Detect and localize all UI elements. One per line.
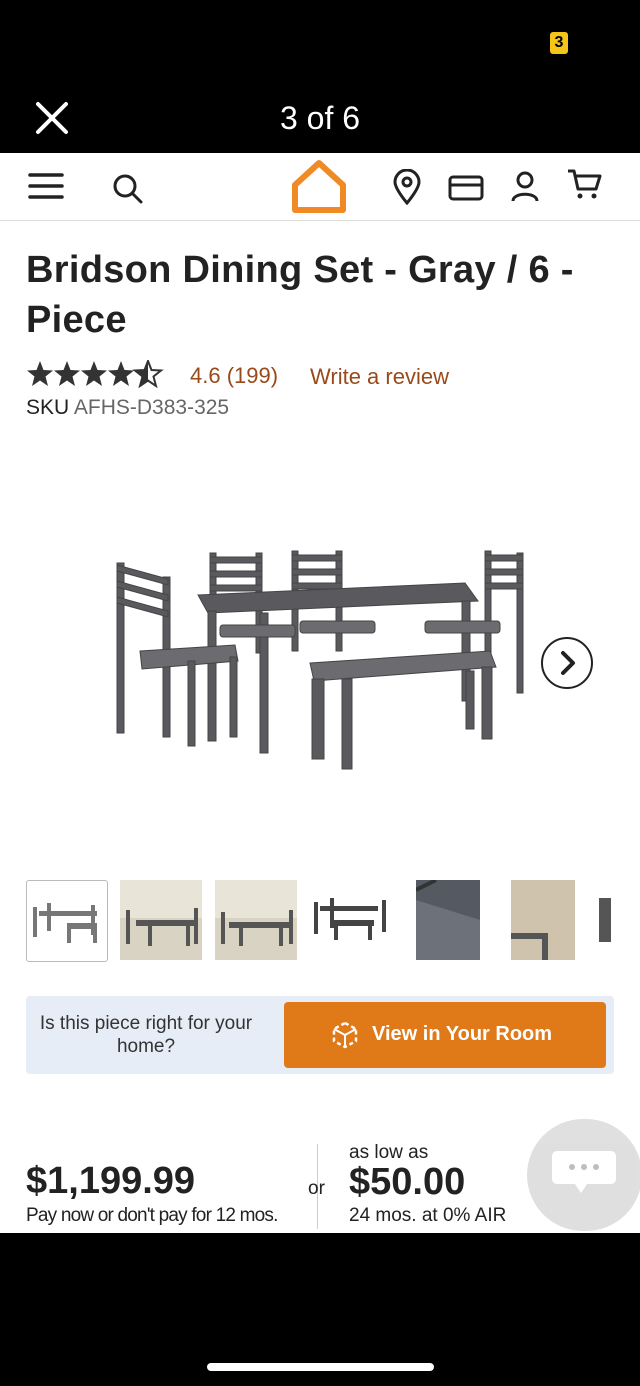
home-indicator (207, 1363, 434, 1371)
thumbnail-4[interactable] (310, 880, 392, 960)
cart-icon[interactable] (566, 167, 602, 206)
rating-row: 4.6 (199) Write a review (26, 360, 626, 392)
write-review-link[interactable]: Write a review (310, 364, 449, 390)
product-image[interactable] (100, 533, 540, 783)
rating-number: 4.6 (190, 363, 221, 388)
thumbnail-7[interactable] (599, 898, 611, 942)
star-rating-icon (26, 360, 166, 393)
or-label: or (308, 1178, 325, 1199)
viewer-top-bar: 3 3 of 6 (0, 0, 640, 153)
price-subtext: Pay now or don't pay for 12 mos. (26, 1205, 278, 1226)
sku-row: SKU AFHS-D383-325 (26, 396, 229, 420)
location-icon[interactable] (392, 168, 422, 210)
chevron-right-icon (561, 651, 575, 675)
next-image-button[interactable] (541, 637, 593, 689)
thumbnail-2[interactable] (120, 880, 202, 960)
home-logo-icon[interactable] (290, 159, 348, 218)
image-counter: 3 of 6 (279, 100, 361, 136)
thumbnail-5[interactable] (415, 878, 480, 960)
thumbnail-strip (26, 878, 640, 964)
product-page: Bridson Dining Set - Gray / 6 - Piece 4.… (0, 153, 640, 1233)
view-in-room-label: View in Your Room (372, 1023, 553, 1045)
thumbnail-1[interactable] (26, 880, 108, 962)
thumbnail-6[interactable] (511, 880, 575, 960)
site-header (0, 153, 640, 221)
sku-value: AFHS-D383-325 (73, 396, 230, 419)
sku-label: SKU (26, 396, 70, 419)
finance-subtext: 24 mos. at 0% AIR (349, 1205, 507, 1226)
room-question: Is this piece right for your home? (39, 1013, 253, 1057)
status-badge: 3 (550, 32, 568, 54)
product-title: Bridson Dining Set - Gray / 6 - Piece (26, 249, 574, 341)
card-icon[interactable] (448, 175, 484, 206)
thumbnail-3[interactable] (215, 880, 297, 960)
review-count: (199) (226, 363, 279, 388)
rating-value: 4.6 (199) (190, 363, 278, 389)
finance-price: $50.00 (349, 1161, 466, 1203)
ar-cube-icon (330, 1020, 360, 1055)
close-icon[interactable] (30, 96, 74, 140)
view-in-room-button[interactable]: View in Your Room (284, 1002, 606, 1068)
menu-icon[interactable] (28, 171, 64, 206)
chat-button[interactable] (527, 1119, 640, 1231)
view-in-room-panel: Is this piece right for your home? View … (26, 996, 614, 1074)
search-icon[interactable] (112, 173, 144, 210)
chat-icon (551, 1149, 617, 1206)
account-icon[interactable] (510, 171, 540, 208)
price: $1,199.99 (26, 1160, 196, 1202)
